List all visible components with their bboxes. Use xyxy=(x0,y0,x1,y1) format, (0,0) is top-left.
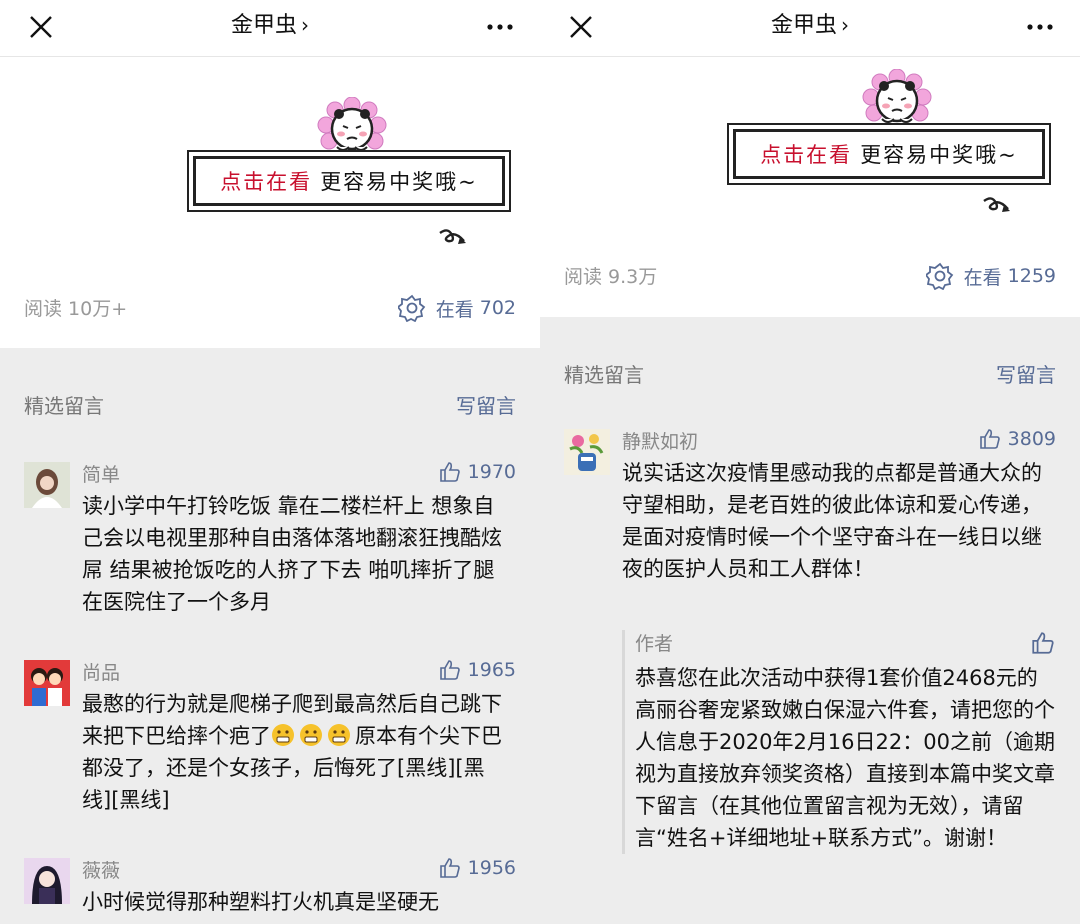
reply-author: 作者 xyxy=(635,633,674,655)
promo-rest: 更容易中奖哦~ xyxy=(860,143,1018,167)
left-panel: 金甲虫 › 点击在看 更容易中奖哦~ 阅读 10万+ 在看 702 精选留言 写… xyxy=(0,0,540,924)
watching-icon[interactable] xyxy=(397,294,426,322)
section-title: 精选留言 xyxy=(24,394,104,418)
curly-arrow-icon xyxy=(439,229,466,244)
thumbs-up-icon[interactable] xyxy=(438,460,462,484)
write-comment-button[interactable]: 写留言 xyxy=(996,359,1056,388)
promo-banner: 点击在看 更容易中奖哦~ xyxy=(187,150,511,212)
commenter-name: 简单 xyxy=(82,464,121,486)
avatar[interactable] xyxy=(24,660,70,706)
section-title: 精选留言 xyxy=(564,363,644,387)
read-number: 9.3万 xyxy=(608,266,658,288)
right-panel: 金甲虫 › 点击在看 更容易中奖哦~ 阅读 9.3万 在看 1259 精选留言 … xyxy=(540,0,1080,924)
read-number: 10万+ xyxy=(68,298,128,320)
account-name[interactable]: 金甲虫 xyxy=(771,13,837,38)
read-count: 阅读 9.3万 xyxy=(564,262,657,289)
account-title[interactable]: 金甲虫 › xyxy=(540,10,1080,41)
comment-text: 最憨的行为就是爬梯子爬到最高然后自己跳下来把下巴给摔个疤了 原本有个尖下巴都没了，… xyxy=(82,688,502,816)
comment-item: 简单 1970 读小学中午打铃吃饭 靠在二楼栏杆上 想象自己会以电视里那种自由落… xyxy=(24,460,516,622)
flower-face-sticker xyxy=(862,69,932,123)
article-footer: 点击在看 更容易中奖哦~ 阅读 10万+ 在看 702 xyxy=(0,57,540,348)
read-count: 阅读 10万+ xyxy=(24,294,127,321)
avatar[interactable] xyxy=(24,858,70,904)
like-count[interactable]: 1965 xyxy=(468,659,516,681)
reply-text: 恭喜您在此次活动中获得1套价值2468元的高丽谷奢宠紧致嫩白保湿六件套，请把您的… xyxy=(635,666,1055,850)
more-icon[interactable] xyxy=(1024,12,1056,42)
promo-banner: 点击在看 更容易中奖哦~ xyxy=(727,123,1051,185)
thumbs-up-icon[interactable] xyxy=(438,658,462,682)
like-count[interactable]: 1956 xyxy=(468,857,516,879)
like-count[interactable]: 1970 xyxy=(468,461,516,483)
comment-item: 薇薇 1956 小时候觉得那种塑料打火机真是坚硬无 xyxy=(24,856,516,924)
account-title[interactable]: 金甲虫 › xyxy=(0,10,540,41)
grimace-emoji-icon xyxy=(328,724,350,746)
comment-text: 读小学中午打铃吃饭 靠在二楼栏杆上 想象自己会以电视里那种自由落体落地翻滚狂拽酷… xyxy=(82,494,502,614)
curly-arrow-icon xyxy=(983,197,1010,212)
like-button[interactable]: 1970 xyxy=(438,460,516,484)
read-label: 阅读 xyxy=(564,266,603,288)
nav-bar: 金甲虫 › xyxy=(0,0,540,57)
read-label: 阅读 xyxy=(24,298,63,320)
comment-item: 静默如初 3809 说实话这次疫情里感动我的点都是普通大众的守望相助，是老百姓的… xyxy=(564,427,1056,619)
promo-rest: 更容易中奖哦~ xyxy=(320,170,478,194)
comment-item: 尚品 1965 最憨的行为就是爬梯子爬到最高然后自己跳下来把下巴给摔个疤了 原本有… xyxy=(24,658,516,820)
thumbs-up-icon[interactable] xyxy=(978,427,1002,451)
watching-icon[interactable] xyxy=(925,262,954,290)
promo-highlight: 点击在看 xyxy=(220,170,313,194)
comment-text: 小时候觉得那种塑料打火机真是坚硬无 xyxy=(82,890,439,914)
thumbs-up-icon[interactable] xyxy=(438,856,462,880)
account-name[interactable]: 金甲虫 xyxy=(231,13,297,38)
like-button[interactable]: 3809 xyxy=(978,427,1056,451)
like-button[interactable]: 1956 xyxy=(438,856,516,880)
commenter-name: 静默如初 xyxy=(622,431,699,453)
nav-bar: 金甲虫 › xyxy=(540,0,1080,57)
watching-button[interactable]: 在看 1259 xyxy=(925,262,1056,290)
commenter-name: 薇薇 xyxy=(82,860,121,882)
like-count[interactable]: 3809 xyxy=(1008,428,1056,450)
watching-label[interactable]: 在看 xyxy=(436,295,474,322)
promo-text: 点击在看 更容易中奖哦~ xyxy=(733,129,1045,179)
watching-label[interactable]: 在看 xyxy=(964,263,1002,290)
watching-count[interactable]: 1259 xyxy=(1008,265,1056,287)
grimace-emoji-icon xyxy=(300,724,322,746)
like-button[interactable]: 1965 xyxy=(438,658,516,682)
comment-text: 说实话这次疫情里感动我的点都是普通大众的守望相助，是老百姓的彼此体谅和爱心传递，… xyxy=(622,461,1042,581)
more-icon[interactable] xyxy=(484,12,516,42)
article-footer: 点击在看 更容易中奖哦~ 阅读 9.3万 在看 1259 xyxy=(540,57,1080,317)
grimace-emoji-icon xyxy=(272,724,294,746)
watching-button[interactable]: 在看 702 xyxy=(397,294,516,322)
chevron-right-icon[interactable]: › xyxy=(301,13,309,37)
write-comment-button[interactable]: 写留言 xyxy=(456,390,516,419)
watching-count[interactable]: 702 xyxy=(480,297,516,319)
avatar[interactable] xyxy=(564,429,610,475)
promo-highlight: 点击在看 xyxy=(760,143,853,167)
thumbs-up-icon[interactable] xyxy=(1030,630,1056,656)
author-reply: 作者 恭喜您在此次活动中获得1套价值2468元的高丽谷奢宠紧致嫩白保湿六件套，请… xyxy=(622,630,1056,854)
chevron-right-icon[interactable]: › xyxy=(841,13,849,37)
avatar[interactable] xyxy=(24,462,70,508)
promo-text: 点击在看 更容易中奖哦~ xyxy=(193,156,505,206)
commenter-name: 尚品 xyxy=(82,662,121,684)
